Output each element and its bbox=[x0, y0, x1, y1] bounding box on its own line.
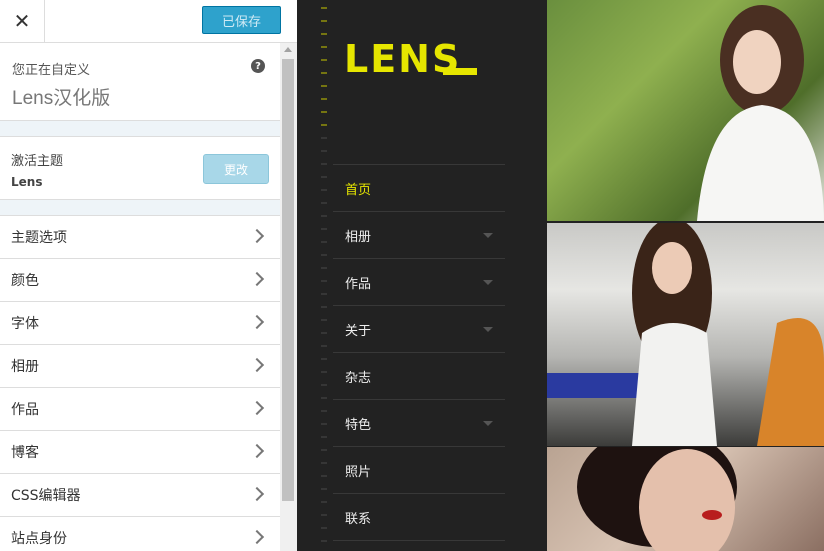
section-label: CSS编辑器 bbox=[11, 488, 81, 504]
scroll-up-arrow-icon[interactable] bbox=[284, 47, 292, 52]
caret-down-icon[interactable] bbox=[483, 421, 493, 426]
section-site-identity[interactable]: 站点身份 bbox=[0, 517, 280, 551]
customize-info: 您正在自定义 Lens汉化版 ? bbox=[0, 43, 280, 121]
nav-item-features[interactable]: 特色 bbox=[333, 399, 505, 446]
chevron-right-icon bbox=[249, 529, 265, 545]
nav-item-home[interactable]: 首页 bbox=[333, 164, 505, 211]
site-navigation: 首页 相册 作品 关于 杂志 特色 照片 联系 bbox=[333, 164, 505, 541]
photo-illustration bbox=[547, 223, 824, 446]
change-theme-button[interactable]: 更改 bbox=[203, 154, 269, 184]
customizing-label: 您正在自定义 bbox=[12, 63, 91, 78]
active-theme-section: 激活主题 Lens 更改 bbox=[0, 136, 280, 200]
nav-item-contact[interactable]: 联系 bbox=[333, 493, 505, 540]
nav-divider bbox=[333, 540, 505, 541]
logo-underscore bbox=[443, 68, 477, 75]
chevron-right-icon bbox=[249, 228, 265, 244]
photo-illustration bbox=[697, 5, 824, 221]
section-colors[interactable]: 颜色 bbox=[0, 259, 280, 302]
caret-down-icon[interactable] bbox=[483, 233, 493, 238]
decorative-tick-ruler bbox=[321, 7, 327, 542]
close-button[interactable]: ✕ bbox=[0, 0, 45, 42]
section-label: 颜色 bbox=[11, 273, 39, 289]
section-theme-options[interactable]: 主题选项 bbox=[0, 216, 280, 259]
nav-item-gallery[interactable]: 相册 bbox=[333, 211, 505, 258]
section-label: 博客 bbox=[11, 445, 39, 461]
gallery-photo[interactable] bbox=[547, 0, 824, 221]
nav-label: 特色 bbox=[345, 417, 372, 433]
caret-down-icon[interactable] bbox=[483, 327, 493, 332]
nav-label: 相册 bbox=[345, 229, 372, 245]
chevron-right-icon bbox=[249, 314, 265, 330]
photo-illustration bbox=[577, 447, 737, 551]
section-css-editor[interactable]: CSS编辑器 bbox=[0, 474, 280, 517]
chevron-right-icon bbox=[249, 400, 265, 416]
nav-label: 作品 bbox=[345, 276, 372, 292]
nav-item-magazine[interactable]: 杂志 bbox=[333, 352, 505, 399]
caret-down-icon[interactable] bbox=[483, 280, 493, 285]
nav-item-portfolio[interactable]: 作品 bbox=[333, 258, 505, 305]
customizer-scroll-area: 您正在自定义 Lens汉化版 ? 激活主题 Lens 更改 主题选项 颜色 字体 bbox=[0, 43, 280, 551]
section-fonts[interactable]: 字体 bbox=[0, 302, 280, 345]
section-label: 相册 bbox=[11, 359, 39, 375]
vertical-scrollbar[interactable] bbox=[280, 43, 297, 551]
section-label: 作品 bbox=[11, 402, 39, 418]
nav-item-about[interactable]: 关于 bbox=[333, 305, 505, 352]
nav-label: 照片 bbox=[345, 464, 372, 480]
gallery-photo[interactable] bbox=[547, 447, 824, 551]
section-gallery[interactable]: 相册 bbox=[0, 345, 280, 388]
theme-title: Lens汉化版 bbox=[12, 88, 111, 109]
gallery-photo[interactable] bbox=[547, 223, 824, 446]
customizer-header: ✕ 已保存 bbox=[0, 0, 297, 43]
chevron-right-icon bbox=[249, 443, 265, 459]
chevron-right-icon bbox=[249, 486, 265, 502]
nav-label: 杂志 bbox=[345, 370, 372, 386]
nav-label: 关于 bbox=[345, 323, 372, 339]
section-blog[interactable]: 博客 bbox=[0, 431, 280, 474]
section-label: 主题选项 bbox=[11, 230, 67, 246]
close-icon: ✕ bbox=[13, 9, 31, 33]
save-button[interactable]: 已保存 bbox=[202, 6, 281, 34]
help-icon[interactable]: ? bbox=[251, 59, 265, 73]
section-label: 字体 bbox=[11, 316, 39, 332]
customizer-panel: ✕ 已保存 您正在自定义 Lens汉化版 ? 激活主题 Lens 更改 主题选项… bbox=[0, 0, 297, 551]
nav-label: 联系 bbox=[345, 511, 372, 527]
nav-item-photos[interactable]: 照片 bbox=[333, 446, 505, 493]
section-portfolio[interactable]: 作品 bbox=[0, 388, 280, 431]
section-label: 站点身份 bbox=[11, 531, 67, 547]
scrollbar-thumb[interactable] bbox=[282, 59, 294, 501]
chevron-right-icon bbox=[249, 357, 265, 373]
nav-label: 首页 bbox=[345, 182, 372, 198]
customizer-sections: 主题选项 颜色 字体 相册 作品 博客 CSS编辑器 站点身份 bbox=[0, 215, 280, 551]
chevron-right-icon bbox=[249, 271, 265, 287]
